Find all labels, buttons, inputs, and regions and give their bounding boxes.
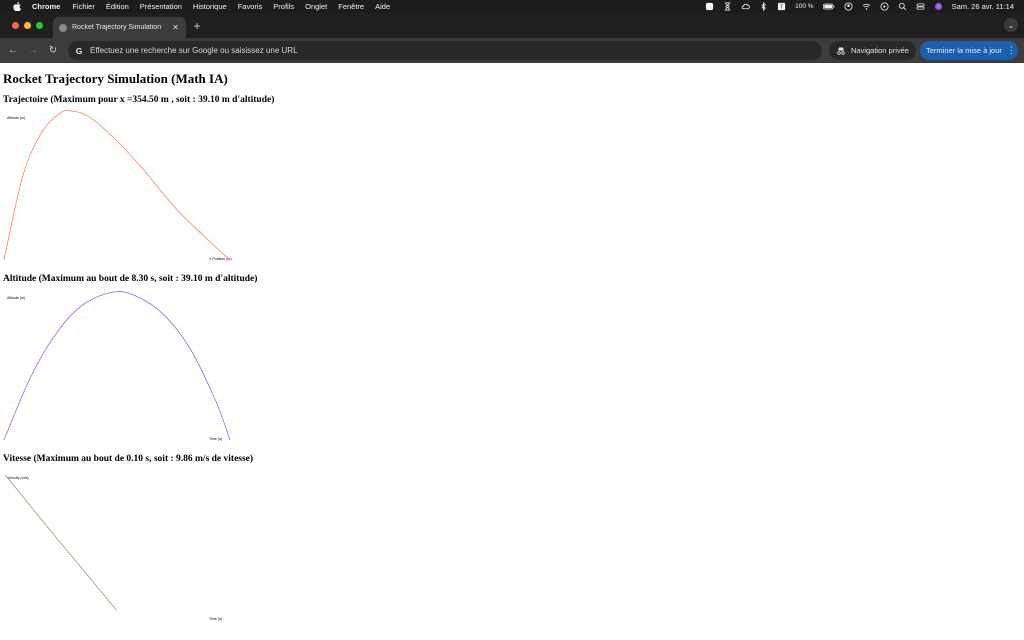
battery-percent: 100 % bbox=[795, 3, 814, 10]
velocity-chart: Velocity (m/s) Time (s) bbox=[5, 474, 222, 621]
chart-title-velocity: Vitesse (Maximum au bout de 0.10 s, soit… bbox=[3, 454, 254, 464]
control-center-icon[interactable] bbox=[916, 0, 925, 13]
chart-title-altitude: Altitude (Maximum au bout de 8.30 s, soi… bbox=[3, 274, 258, 284]
google-g-icon: G bbox=[75, 45, 83, 56]
incognito-chip[interactable]: Navigation privée bbox=[829, 41, 916, 60]
globe-favicon-icon bbox=[59, 23, 67, 32]
window-close-button[interactable] bbox=[12, 22, 19, 29]
back-arrow-icon[interactable]: ← bbox=[6, 43, 20, 57]
menu-profils[interactable]: Profils bbox=[273, 2, 294, 11]
velocity-ylabel: Velocity (m/s) bbox=[7, 476, 29, 480]
apple-menu-icon[interactable] bbox=[12, 2, 22, 12]
menu-fichier[interactable]: Fichier bbox=[72, 2, 95, 11]
tab-title: Rocket Trajectory Simulation bbox=[72, 24, 162, 31]
page-title: Rocket Trajectory Simulation (Math IA) bbox=[3, 71, 228, 86]
altitude-series-line bbox=[3, 291, 231, 441]
trajectory-series-line bbox=[3, 109, 231, 261]
incognito-label: Navigation privée bbox=[851, 46, 909, 55]
new-tab-plus-icon[interactable]: + bbox=[190, 19, 204, 33]
menu-fenetre[interactable]: Fenêtre bbox=[338, 2, 364, 11]
tab-rocket-simulation[interactable]: Rocket Trajectory Simulation ✕ bbox=[53, 17, 186, 38]
macos-menu-bar: Chrome Fichier Édition Présentation Hist… bbox=[0, 0, 1024, 13]
omnibox[interactable]: G Effectuez une recherche sur Google ou … bbox=[68, 41, 822, 60]
altitude-ylabel: Altitude (m) bbox=[7, 296, 25, 300]
browser-toolbar: ← → ↻ G Effectuez une recherche sur Goog… bbox=[0, 38, 1024, 63]
menu-edition[interactable]: Édition bbox=[106, 2, 129, 11]
velocity-series-line bbox=[5, 474, 117, 611]
play-circle-icon[interactable] bbox=[880, 0, 889, 13]
spotlight-search-icon[interactable] bbox=[898, 0, 907, 13]
trajectory-chart: Altitude (m) X Position (m) bbox=[3, 109, 232, 261]
bluetooth-icon[interactable] bbox=[759, 0, 768, 13]
window-zoom-button[interactable] bbox=[36, 22, 43, 29]
cloud-sync-icon[interactable] bbox=[741, 0, 750, 13]
trajectory-xlabel: X Position (m) bbox=[209, 257, 232, 261]
menu-favoris[interactable]: Favoris bbox=[238, 2, 263, 11]
more-menu-icon[interactable]: ⋮ bbox=[1007, 45, 1016, 56]
menu-onglet[interactable]: Onglet bbox=[305, 2, 327, 11]
menu-app-name[interactable]: Chrome bbox=[32, 2, 60, 11]
hourglass-icon[interactable] bbox=[723, 0, 732, 13]
incognito-icon bbox=[836, 46, 846, 56]
altitude-xlabel: Time (s) bbox=[209, 437, 222, 441]
tab-search-chevron-icon[interactable]: ⌄ bbox=[1004, 18, 1018, 32]
wifi-icon[interactable] bbox=[862, 0, 871, 13]
omnibox-placeholder[interactable]: Effectuez une recherche sur Google ou sa… bbox=[90, 46, 298, 55]
window-controls bbox=[12, 22, 43, 29]
altitude-chart: Altitude (m) Time (s) bbox=[3, 291, 231, 441]
window-minimize-button[interactable] bbox=[24, 22, 31, 29]
update-button[interactable]: Terminer la mise à jour ⋮ bbox=[920, 41, 1018, 60]
keyboard-input-icon[interactable]: T bbox=[777, 0, 786, 13]
forward-arrow-icon[interactable]: → bbox=[26, 43, 40, 57]
tab-close-icon[interactable]: ✕ bbox=[171, 23, 180, 32]
menu-aide[interactable]: Aide bbox=[375, 2, 390, 11]
app-status-icon[interactable] bbox=[705, 0, 714, 13]
siri-icon[interactable] bbox=[934, 0, 943, 13]
update-label: Terminer la mise à jour bbox=[926, 46, 1002, 55]
reload-icon[interactable]: ↻ bbox=[46, 43, 60, 57]
menu-clock[interactable]: Sam. 26 avr. 11:14 bbox=[952, 0, 1014, 13]
web-page: Rocket Trajectory Simulation (Math IA) T… bbox=[0, 63, 1024, 640]
user-account-icon[interactable] bbox=[844, 0, 853, 13]
battery-icon[interactable] bbox=[822, 0, 835, 13]
browser-tab-strip: Rocket Trajectory Simulation ✕ + ⌄ bbox=[0, 13, 1024, 38]
menu-presentation[interactable]: Présentation bbox=[140, 2, 182, 11]
velocity-xlabel: Time (s) bbox=[209, 617, 222, 621]
trajectory-ylabel: Altitude (m) bbox=[7, 116, 25, 120]
chart-title-trajectory: Trajectoire (Maximum pour x =354.50 m , … bbox=[3, 95, 275, 105]
menu-historique[interactable]: Historique bbox=[193, 2, 227, 11]
